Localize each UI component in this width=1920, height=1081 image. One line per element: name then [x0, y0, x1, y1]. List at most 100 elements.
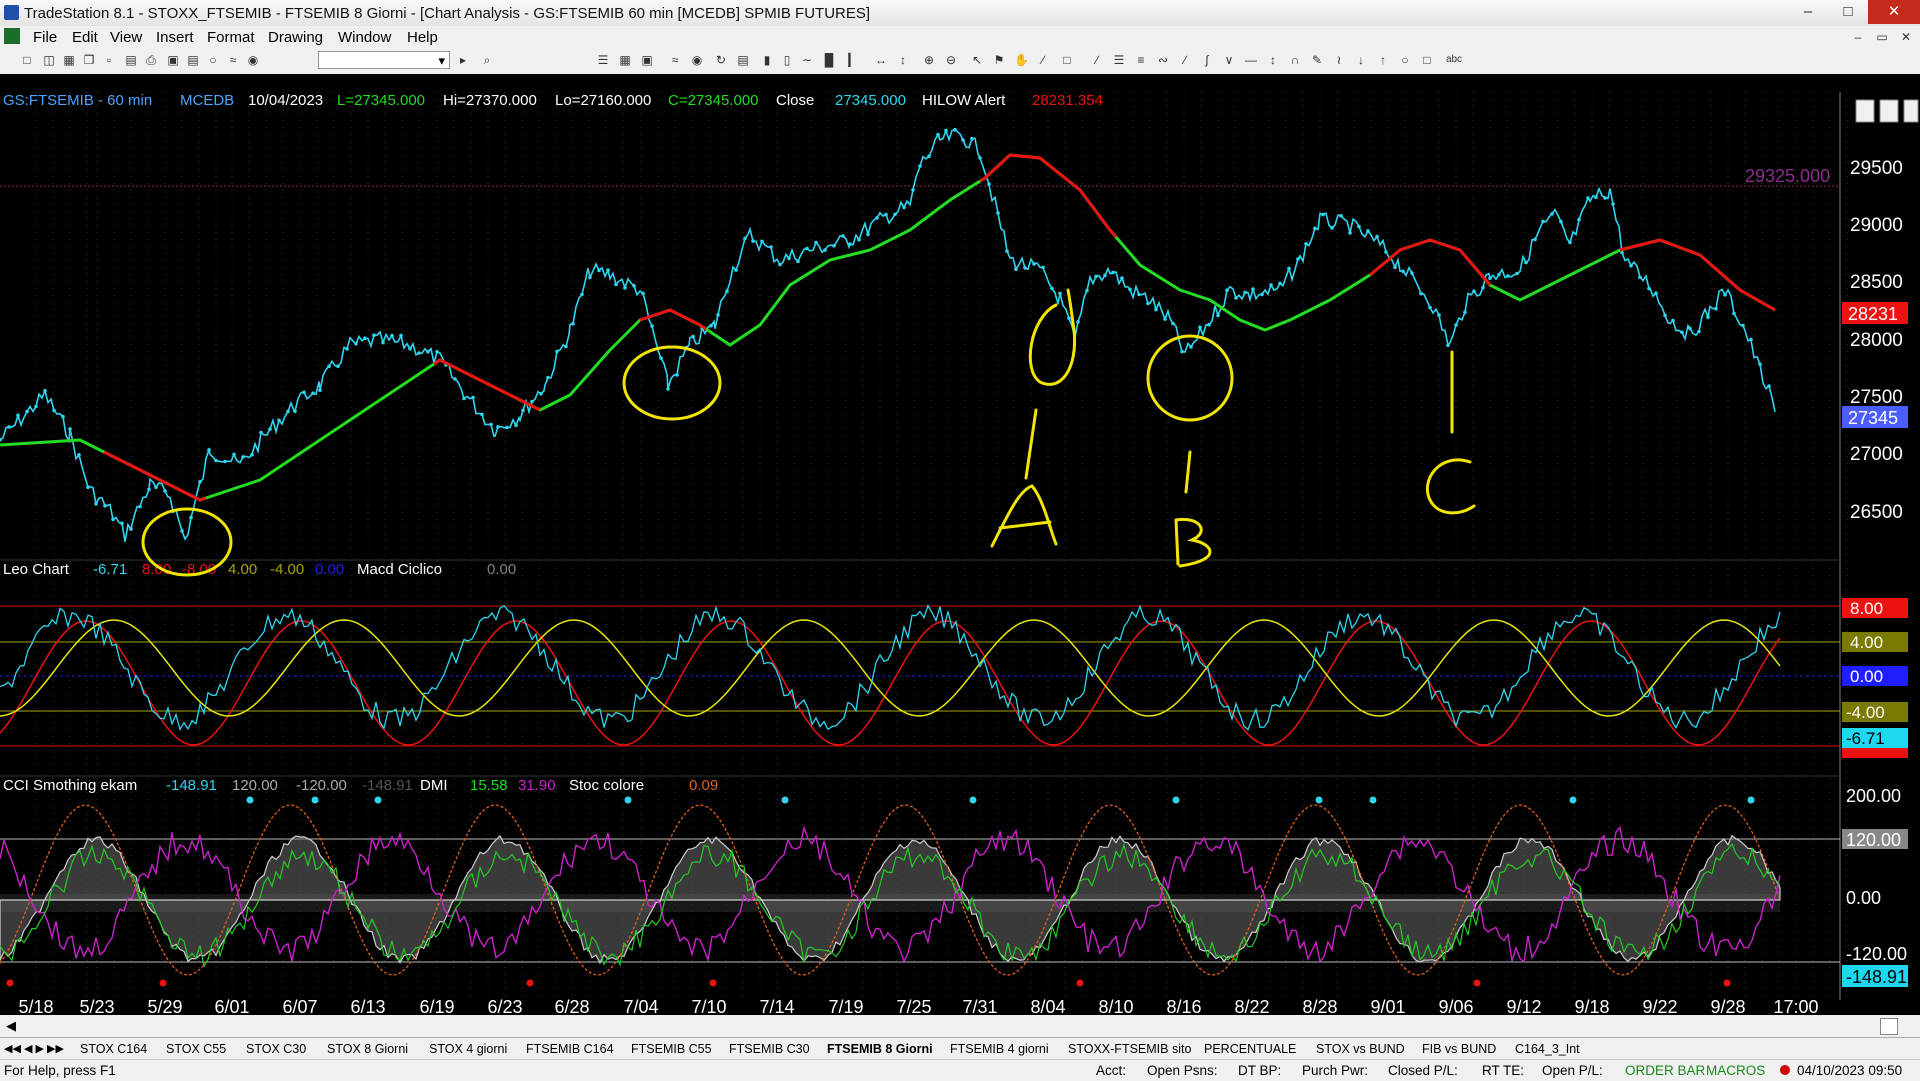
price-point	[716, 313, 720, 317]
grid-icon[interactable]: ▦	[618, 53, 632, 67]
chart-icon[interactable]: ≈	[226, 53, 240, 67]
pointer-icon[interactable]: ↖	[970, 53, 984, 67]
maximize-button[interactable]: □	[1828, 0, 1868, 24]
channel-icon[interactable]: ∕	[1090, 53, 1104, 67]
bar-chart-icon[interactable]: ▎	[846, 53, 860, 67]
menu-format[interactable]: Format	[207, 29, 255, 46]
window-icon[interactable]: ▣	[166, 53, 180, 67]
mdi-minimize-button[interactable]: –	[1848, 28, 1868, 46]
cycle-icon[interactable]: ∫	[1200, 53, 1214, 67]
bars-icon[interactable]: ▮	[760, 53, 774, 67]
price-point	[435, 350, 439, 354]
menu-view[interactable]: View	[110, 29, 142, 46]
chart-restore-button[interactable]	[1879, 99, 1899, 123]
menu-edit[interactable]: Edit	[72, 29, 98, 46]
compress-icon[interactable]: ↕	[896, 53, 910, 67]
format-icon[interactable]: ▤	[736, 53, 750, 67]
tab-stox-c55[interactable]: STOX C55	[166, 1042, 226, 1056]
lock-icon[interactable]: ○	[206, 53, 220, 67]
menu-help[interactable]: Help	[407, 29, 438, 46]
menu-file[interactable]: File	[33, 29, 57, 46]
save-icon[interactable]: ▦	[62, 53, 76, 67]
menu-drawing[interactable]: Drawing	[268, 29, 323, 46]
list-icon[interactable]: ☰	[596, 53, 610, 67]
find-icon[interactable]: ⌕	[480, 53, 494, 67]
horizontal-line-icon[interactable]: —	[1244, 53, 1258, 67]
close-button[interactable]: ✕	[1868, 0, 1920, 24]
trendline-icon[interactable]: ∕	[1036, 53, 1050, 67]
scroll-left-icon[interactable]: ◀	[6, 1018, 16, 1034]
price-point	[52, 408, 56, 413]
zoom-out-icon[interactable]: ⊖	[944, 53, 958, 67]
tab-stoxx-ftsemib-sito[interactable]: STOXX-FTSEMIB sito	[1068, 1042, 1191, 1056]
symbol-dropdown[interactable]: ▾	[318, 51, 450, 69]
panel3-name: CCI Smothing ekam	[3, 777, 137, 794]
flag-icon[interactable]: ⚑	[992, 53, 1006, 67]
tab-ftsemib-8-giorni[interactable]: FTSEMIB 8 Giorni	[827, 1042, 933, 1056]
pencil-icon[interactable]: ✎	[1310, 53, 1324, 67]
tab-ftsemib-c55[interactable]: FTSEMIB C55	[631, 1042, 712, 1056]
copy-icon[interactable]: ❐	[82, 53, 96, 67]
tab-stox-vs-bund[interactable]: STOX vs BUND	[1316, 1042, 1405, 1056]
menu-insert[interactable]: Insert	[156, 29, 194, 46]
price-point	[1533, 237, 1537, 242]
tab-nav-icons[interactable]: ◀◀ ◀ ▶ ▶▶	[4, 1042, 64, 1055]
open-icon[interactable]: ◫	[42, 53, 56, 67]
regression-icon[interactable]: ∕	[1178, 53, 1192, 67]
status-order-bar[interactable]: ORDER BAR	[1625, 1063, 1705, 1078]
chart-min-button[interactable]	[1855, 99, 1875, 123]
gann-icon[interactable]: ☰	[1112, 53, 1126, 67]
arrow-down-icon[interactable]: ↓	[1354, 53, 1368, 67]
andrews-icon[interactable]: ∨	[1222, 53, 1236, 67]
chart-canvas[interactable]: GS:FTSEMIB - 60 min MCEDB 10/04/2023 L=2…	[0, 74, 1920, 1017]
text-icon[interactable]: □	[1060, 53, 1074, 67]
horizontal-scrollbar[interactable]: ◀	[0, 1015, 1920, 1037]
tab-ftsemib-4-giorni[interactable]: FTSEMIB 4 giorni	[950, 1042, 1049, 1056]
tab-stox-c30[interactable]: STOX C30	[246, 1042, 306, 1056]
tab-fib-vs-bund[interactable]: FIB vs BUND	[1422, 1042, 1496, 1056]
abc-text-icon[interactable]: abc	[1444, 53, 1464, 67]
layout-icon[interactable]: ▤	[186, 53, 200, 67]
print-preview-icon[interactable]: ▤	[124, 53, 138, 67]
print-icon[interactable]: ⎙	[144, 53, 158, 67]
globe-icon[interactable]: ◉	[246, 53, 260, 67]
status-macros[interactable]: MACROS	[1706, 1063, 1765, 1078]
tab-ftsemib-c30[interactable]: FTSEMIB C30	[729, 1042, 810, 1056]
volume-icon[interactable]: █	[822, 53, 836, 67]
circle-icon[interactable]: ○	[1398, 53, 1412, 67]
chart-side-button[interactable]	[1903, 99, 1919, 123]
fib-icon[interactable]: ≡	[1134, 53, 1148, 67]
scroll-thumb[interactable]	[1880, 1018, 1898, 1035]
rectangle-icon[interactable]: □	[1420, 53, 1434, 67]
tab-stox-c164[interactable]: STOX C164	[80, 1042, 147, 1056]
expand-icon[interactable]: ↔	[874, 53, 888, 67]
arrow-up-icon[interactable]: ↑	[1376, 53, 1390, 67]
tab-c164-3-int[interactable]: C164_3_Int	[1515, 1042, 1580, 1056]
tab-stox-4-giorni[interactable]: STOX 4 giorni	[429, 1042, 507, 1056]
indicator-icon[interactable]: ≈	[668, 53, 682, 67]
tab-percentuale[interactable]: PERCENTUALE	[1204, 1042, 1296, 1056]
paste-icon[interactable]: ▫	[102, 53, 116, 67]
tab-ftsemib-c164[interactable]: FTSEMIB C164	[526, 1042, 614, 1056]
candle-icon[interactable]: ▯	[780, 53, 794, 67]
new-icon[interactable]: □	[20, 53, 34, 67]
arrow-right-icon[interactable]: ▸	[456, 53, 470, 67]
mdi-restore-button[interactable]: ▭	[1872, 28, 1892, 46]
speedline-icon[interactable]: ∾	[1156, 53, 1170, 67]
minimize-button[interactable]: –	[1788, 0, 1828, 24]
tab-stox-8-giorni[interactable]: STOX 8 Giorni	[327, 1042, 408, 1056]
vertical-line-icon[interactable]: ↕	[1266, 53, 1280, 67]
menu-window[interactable]: Window	[338, 29, 391, 46]
mdi-close-button[interactable]: ✕	[1896, 28, 1916, 46]
curve-icon[interactable]: ≀	[1332, 53, 1346, 67]
refresh-icon[interactable]: ↻	[714, 53, 728, 67]
arc-icon[interactable]: ∩	[1288, 53, 1302, 67]
hand-icon[interactable]: ✋	[1014, 53, 1029, 67]
strategy-icon[interactable]: ◉	[690, 53, 704, 67]
table-icon[interactable]: ▣	[640, 53, 654, 67]
line-chart-icon[interactable]: ∼	[800, 53, 814, 67]
chart-area[interactable]: GS:FTSEMIB - 60 min MCEDB 10/04/2023 L=2…	[0, 74, 1920, 1017]
app-icon	[4, 5, 19, 20]
zoom-in-icon[interactable]: ⊕	[922, 53, 936, 67]
price-point	[1741, 323, 1745, 328]
